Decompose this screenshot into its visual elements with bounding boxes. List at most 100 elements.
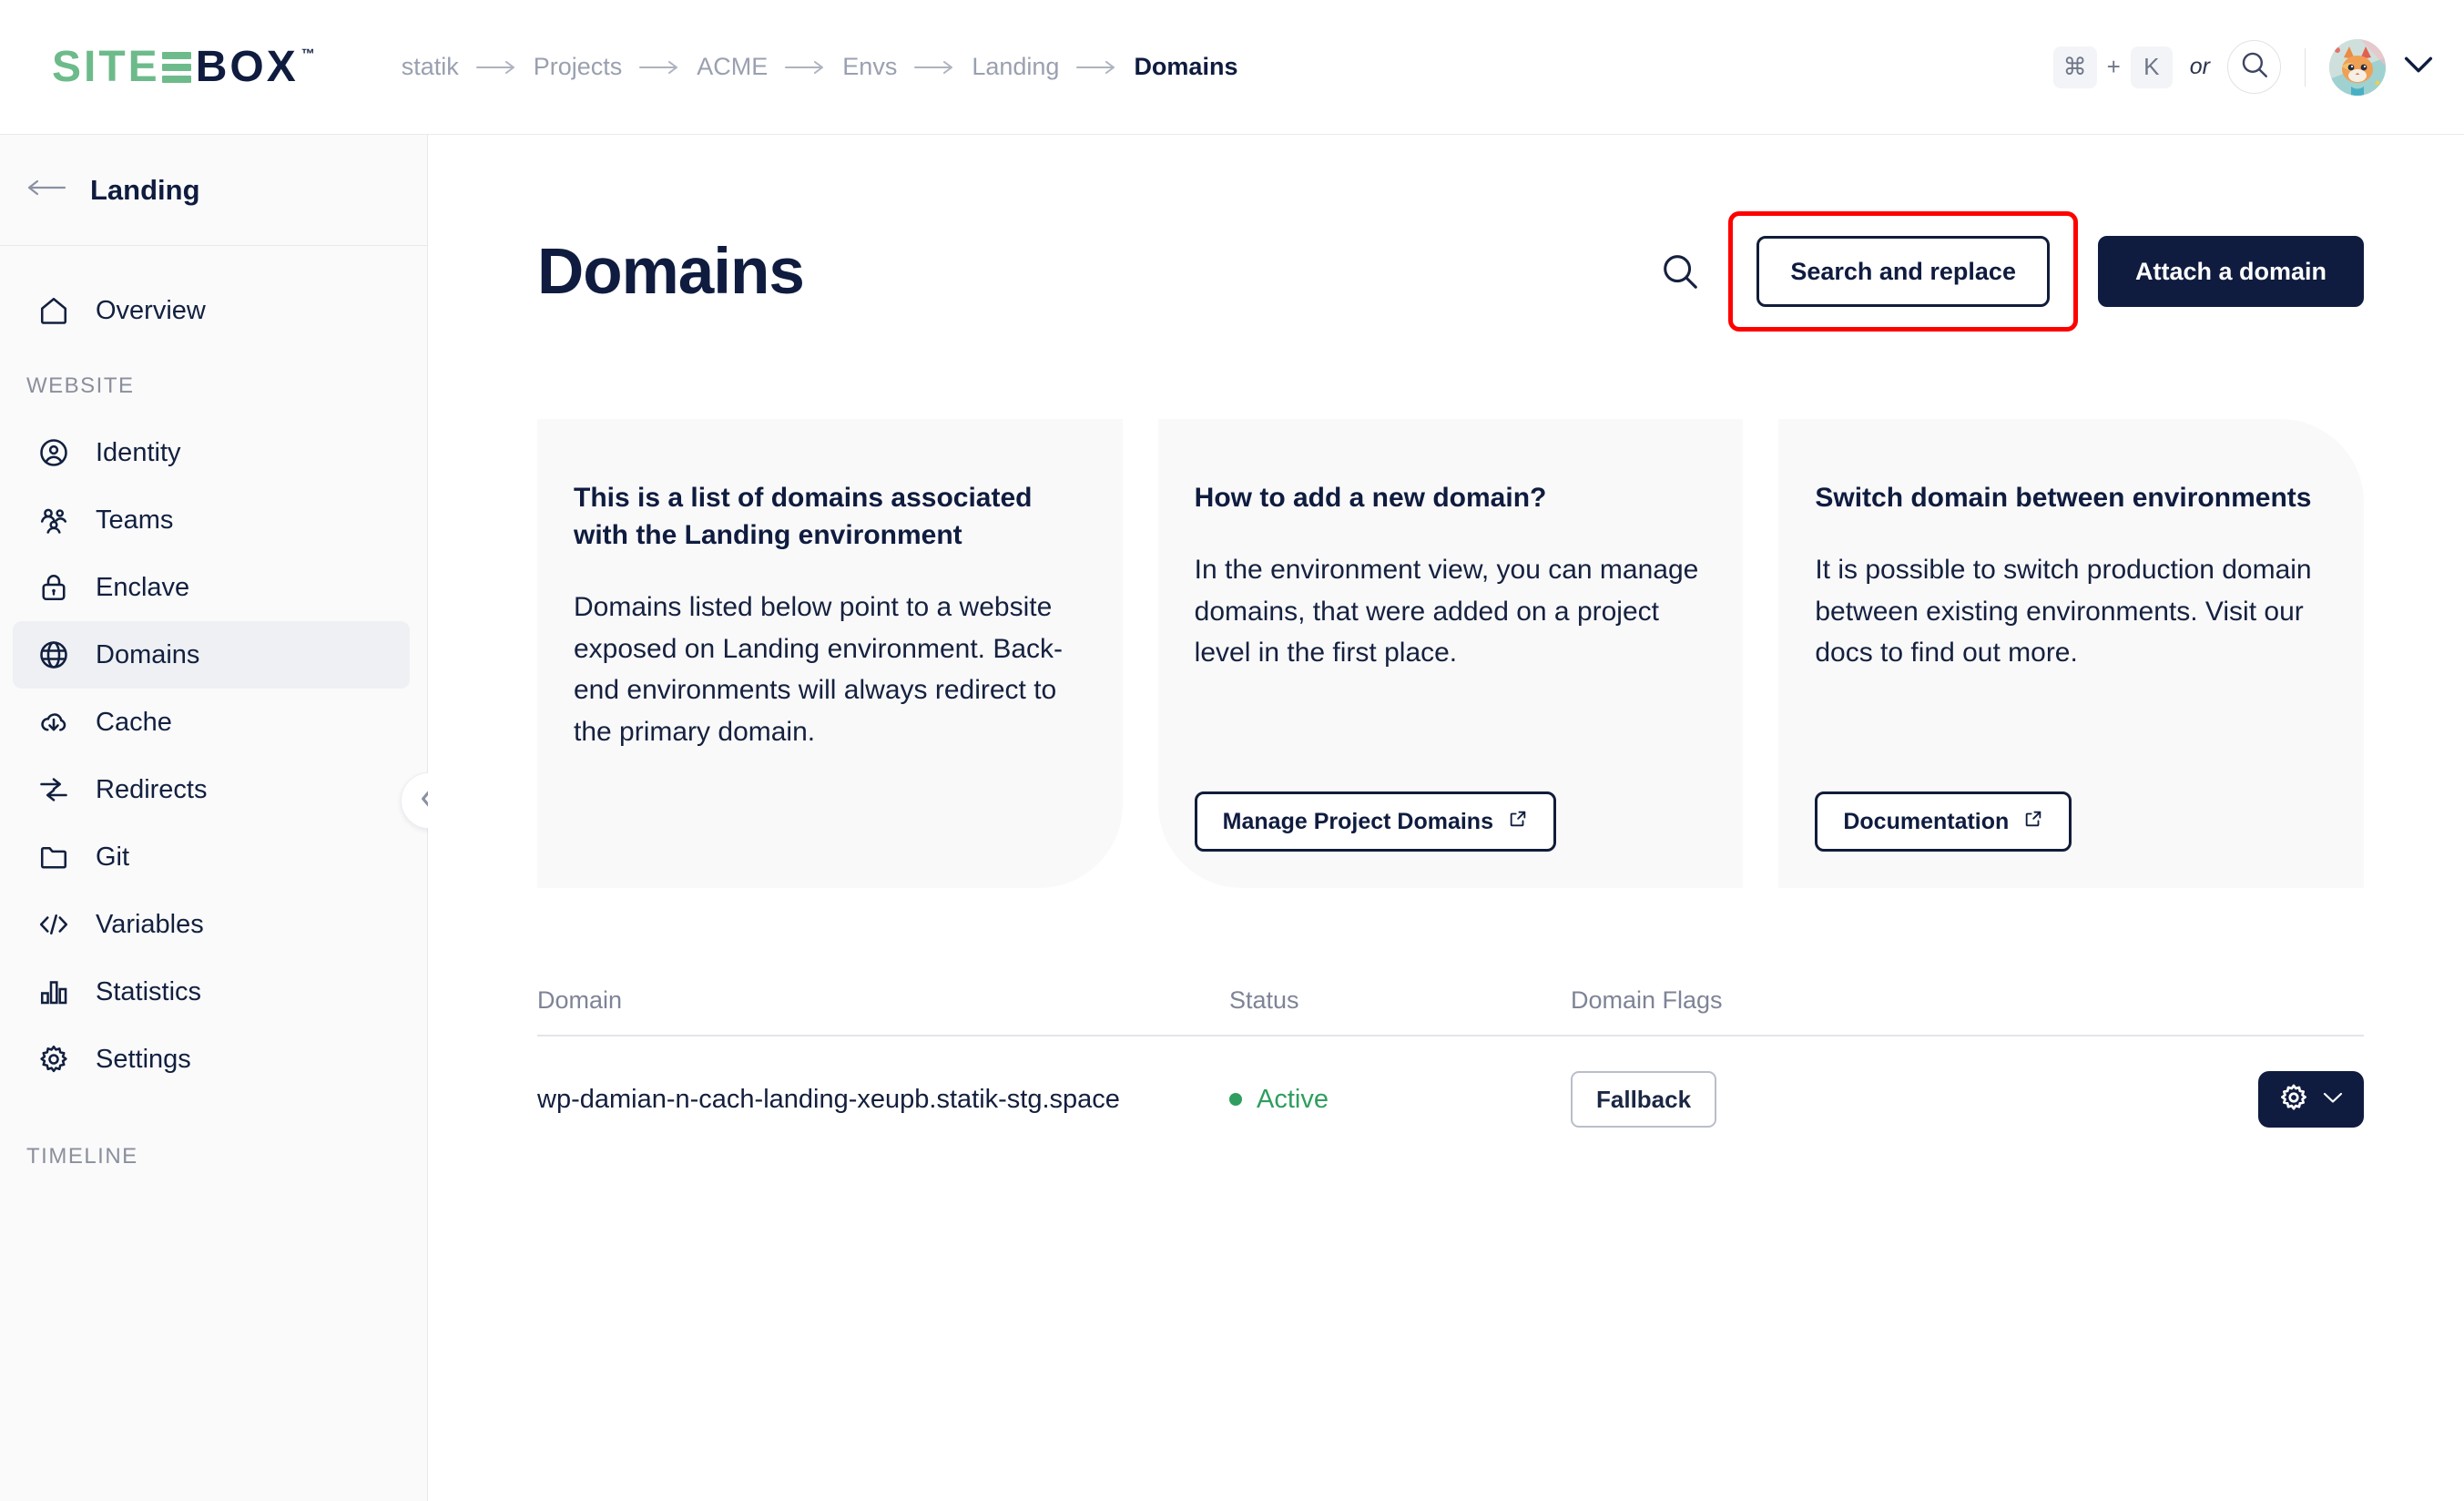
cell-domain-flags: Fallback — [1571, 1071, 2258, 1128]
column-header-domain: Domain — [537, 986, 623, 1014]
sidebar-item-label: Overview — [96, 295, 206, 325]
shortcut-k-key: K — [2130, 46, 2173, 88]
users-icon — [37, 504, 74, 536]
sidebar-item-label: Redirects — [96, 774, 208, 804]
sidebar-item-label: Enclave — [96, 572, 190, 602]
sidebar-item-label: Domains — [96, 639, 200, 669]
global-search-button[interactable] — [2227, 40, 2281, 94]
row-settings-button[interactable] — [2258, 1071, 2364, 1128]
user-circle-icon — [37, 436, 74, 469]
column-header-status: Status — [1229, 986, 1299, 1014]
gear-icon — [2278, 1082, 2309, 1118]
sidebar-item-label: Variables — [96, 909, 204, 939]
table-header-row: Domain Status Domain Flags — [537, 986, 2364, 1036]
breadcrumb-item-acme[interactable]: ACME — [697, 53, 768, 81]
page-actions: Search and replace Attach a domain — [1659, 211, 2364, 332]
sidebar-item-label: Statistics — [96, 976, 202, 1006]
gear-icon — [37, 1043, 74, 1076]
sidebar-item-statistics[interactable]: Statistics — [13, 958, 410, 1026]
breadcrumb-separator-icon — [639, 60, 679, 74]
sidebar-back-header[interactable]: Landing — [0, 135, 427, 246]
card-heading: This is a list of domains associated wit… — [574, 483, 1033, 551]
lock-icon — [37, 571, 74, 604]
sidebar-item-domains[interactable]: Domains — [13, 621, 410, 689]
logo-site-text: SITE — [52, 42, 196, 91]
sidebar-environment-name: Landing — [90, 173, 200, 206]
sidebar-item-variables[interactable]: Variables — [13, 891, 410, 958]
external-link-icon — [1508, 809, 1528, 835]
logo-trademark: ™ — [300, 46, 318, 62]
sidebar-item-label: Settings — [96, 1044, 191, 1074]
card-heading: How to add a new domain? — [1194, 483, 1547, 513]
info-card-how-to-add: How to add a new domain? In the environm… — [1157, 419, 1744, 888]
logo-site-letters: SITE — [52, 42, 160, 91]
info-card-switch-domain: Switch domain between environments It is… — [1778, 419, 2365, 888]
sidebar-item-cache[interactable]: Cache — [13, 689, 410, 756]
top-bar: SITE BOX ™ statik Projects ACME Envs Lan… — [0, 0, 2464, 135]
documentation-button[interactable]: Documentation — [1815, 791, 2072, 852]
page-header: Domains Search and replace Attach a doma… — [537, 211, 2364, 332]
card-body: In the environment view, you can manage … — [1194, 555, 1699, 669]
folder-icon — [37, 841, 74, 873]
card-button-label: Documentation — [1843, 808, 2010, 834]
top-bar-right: ⌘ + K or — [2052, 38, 2433, 96]
breadcrumb-item-landing[interactable]: Landing — [972, 53, 1059, 81]
sidebar-item-settings[interactable]: Settings — [13, 1026, 410, 1093]
sidebar-item-redirects[interactable]: Redirects — [13, 756, 410, 823]
cell-domain: wp-damian-n-cach-landing-xeupb.statik-st… — [537, 1084, 1120, 1114]
search-icon[interactable] — [1659, 250, 1701, 292]
sidebar-nav: Overview WEBSITE Identity Teams Enclave — [0, 246, 427, 1169]
breadcrumb-item-envs[interactable]: Envs — [842, 53, 897, 81]
shortcut-plus: + — [2106, 53, 2121, 80]
top-bar-divider — [2305, 47, 2306, 87]
breadcrumb-item-statik[interactable]: statik — [402, 53, 459, 81]
sidebar-section-website: WEBSITE — [26, 373, 135, 398]
shortcut-command-key: ⌘ — [2052, 46, 2097, 88]
sidebar-item-label: Teams — [96, 505, 174, 535]
cell-status: Active — [1229, 1085, 1571, 1115]
breadcrumb-item-projects[interactable]: Projects — [534, 53, 623, 81]
search-icon — [2239, 49, 2270, 85]
breadcrumb-item-domains[interactable]: Domains — [1134, 53, 1237, 81]
chevron-down-icon — [2322, 1090, 2344, 1109]
attach-a-domain-button[interactable]: Attach a domain — [2097, 236, 2364, 307]
breadcrumb-separator-icon — [475, 60, 516, 74]
status-badge: Active — [1257, 1084, 1329, 1114]
main-content: Domains Search and replace Attach a doma… — [428, 135, 2464, 1501]
home-icon — [37, 294, 74, 327]
sidebar-item-identity[interactable]: Identity — [13, 419, 410, 486]
arrow-left-icon — [26, 179, 66, 201]
domain-flag-pill: Fallback — [1571, 1071, 1717, 1128]
table-row[interactable]: wp-damian-n-cach-landing-xeupb.statik-st… — [537, 1036, 2364, 1159]
sidebar-item-label: Identity — [96, 437, 181, 467]
column-header-domain-flags: Domain Flags — [1571, 986, 1723, 1014]
info-card-domains-list: This is a list of domains associated wit… — [537, 419, 1123, 888]
chevron-down-icon[interactable] — [2404, 56, 2433, 78]
card-button-label: Manage Project Domains — [1222, 808, 1493, 834]
page-title: Domains — [537, 235, 805, 308]
redirect-arrows-icon — [37, 773, 74, 806]
card-body: Domains listed below point to a website … — [574, 592, 1064, 747]
avatar[interactable] — [2329, 38, 2386, 96]
breadcrumb-separator-icon — [914, 60, 954, 74]
domains-table: Domain Status Domain Flags wp-damian-n-c… — [537, 986, 2364, 1159]
breadcrumb-separator-icon — [1076, 60, 1116, 74]
app-logo[interactable]: SITE BOX ™ — [52, 42, 318, 91]
card-heading: Switch domain between environments — [1815, 483, 2312, 513]
card-body: It is possible to switch production doma… — [1815, 555, 2312, 669]
sidebar-item-label: Git — [96, 842, 130, 872]
breadcrumb-separator-icon — [785, 60, 825, 74]
breadcrumb: statik Projects ACME Envs Landing Domain… — [402, 53, 1238, 81]
sidebar-item-git[interactable]: Git — [13, 823, 410, 891]
search-and-replace-button[interactable]: Search and replace — [1756, 236, 2050, 307]
sidebar-item-enclave[interactable]: Enclave — [13, 554, 410, 621]
globe-icon — [37, 638, 74, 671]
sidebar-item-overview[interactable]: Overview — [13, 277, 410, 344]
external-link-icon — [2023, 809, 2043, 835]
search-and-replace-highlight: Search and replace — [1728, 211, 2078, 332]
status-dot-icon — [1229, 1093, 1242, 1106]
cloud-download-icon — [37, 706, 74, 739]
manage-project-domains-button[interactable]: Manage Project Domains — [1194, 791, 1556, 852]
sidebar-item-teams[interactable]: Teams — [13, 486, 410, 554]
row-actions — [2258, 1071, 2364, 1128]
